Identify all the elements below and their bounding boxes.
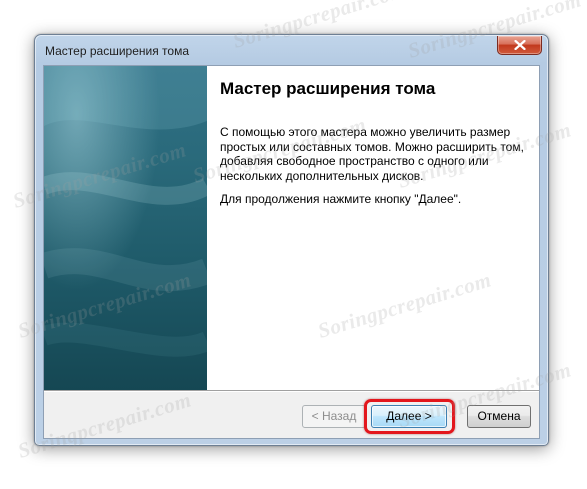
instruction-text: Для продолжения нажмите кнопку "Далее". [220,192,462,206]
footer-divider [44,390,539,392]
cancel-button[interactable]: Отмена [467,405,531,428]
banner-artwork [44,66,207,357]
page-title: Мастер расширения тома [220,79,436,98]
back-button[interactable]: < Назад [302,405,366,428]
wizard-client-area: Мастер расширения тома С помощью этого м… [43,65,540,439]
wizard-banner [44,66,207,390]
wizard-window: Мастер расширения тома Мастер расширения… [34,34,549,446]
wizard-content-panel: Мастер расширения тома С помощью этого м… [207,66,539,390]
close-button[interactable] [497,36,542,55]
close-icon [514,40,526,50]
title-bar[interactable]: Мастер расширения тома [35,35,548,63]
description-text: С помощью этого мастера можно увеличить … [220,125,524,183]
window-title: Мастер расширения тома [45,44,189,58]
next-button-highlight [364,399,455,434]
